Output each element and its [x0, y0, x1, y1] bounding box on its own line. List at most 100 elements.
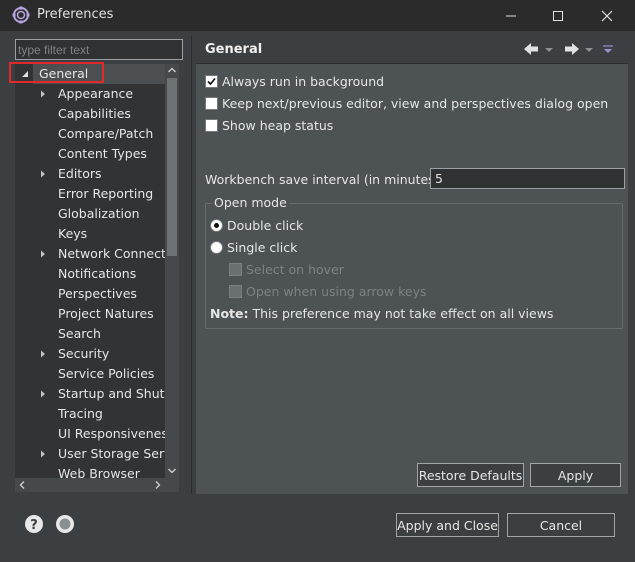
note-text: Note: This preference may not take effec… — [210, 305, 553, 323]
tree-item-label: User Storage Serv — [58, 446, 165, 461]
tree-item-label: Keys — [58, 226, 88, 241]
tree-item[interactable]: Capabilities — [15, 104, 165, 124]
minimize-icon — [506, 15, 516, 17]
tree-expand-icon[interactable] — [38, 384, 48, 404]
note-label: Note: — [210, 306, 249, 321]
select-on-hover-checkbox: Select on hover — [229, 261, 344, 279]
checkbox-label: Always run in background — [222, 74, 385, 89]
tree-expand-icon[interactable] — [38, 344, 48, 364]
tree-item-label: Compare/Patch — [58, 126, 154, 141]
splitter[interactable] — [191, 36, 192, 494]
tree-item-label: Project Natures — [58, 306, 154, 321]
radio-button[interactable] — [210, 241, 223, 254]
tree-item-label: Editors — [58, 166, 102, 181]
tree-item-label: UI Responsiveness — [58, 426, 165, 441]
scroll-up-icon[interactable] — [168, 67, 176, 73]
import-export-icon[interactable] — [55, 514, 75, 534]
tree-expand-icon[interactable] — [38, 84, 48, 104]
tree-expand-icon[interactable] — [38, 444, 48, 464]
checkbox-box[interactable] — [205, 119, 218, 132]
scroll-right-icon[interactable] — [155, 481, 161, 489]
tree-item-label: Capabilities — [58, 106, 131, 121]
tree-expand-icon[interactable] — [38, 244, 48, 264]
tree-item[interactable]: Perspectives — [15, 284, 165, 304]
tree-item[interactable]: Error Reporting — [15, 184, 165, 204]
close-window-button[interactable] — [584, 0, 630, 31]
tree-item-label: Service Policies — [58, 366, 155, 381]
radio-selected-dot — [214, 223, 219, 228]
tree-item[interactable]: User Storage Serv — [15, 444, 165, 464]
eclipse-app-icon — [12, 6, 30, 24]
double-click-radio[interactable]: Double click — [210, 217, 303, 235]
tree-item-label: Notifications — [58, 266, 137, 281]
apply-button[interactable]: Apply — [530, 463, 621, 487]
tree-item[interactable]: Notifications — [15, 264, 165, 284]
maximize-button[interactable] — [535, 0, 581, 31]
tree-item[interactable]: Compare/Patch — [15, 124, 165, 144]
tree-item[interactable]: Keys — [15, 224, 165, 244]
single-click-radio[interactable]: Single click — [210, 239, 297, 257]
tree-item[interactable]: Service Policies — [15, 364, 165, 384]
radio-button[interactable] — [210, 219, 223, 232]
radio-label: Double click — [227, 218, 304, 233]
tree-expand-icon[interactable] — [38, 164, 48, 184]
tree-item[interactable]: Globalization — [15, 204, 165, 224]
tree-item[interactable]: Security — [15, 344, 165, 364]
radio-label: Single click — [227, 240, 298, 255]
tree-item-label: Content Types — [58, 146, 147, 161]
tree-item[interactable]: Appearance — [15, 84, 165, 104]
show-heap-status-checkbox[interactable]: Show heap status — [205, 117, 333, 135]
tree-item-label: Network Connecti — [58, 246, 165, 261]
open-arrow-keys-checkbox: Open when using arrow keys — [229, 283, 427, 301]
checkbox-box — [229, 285, 242, 298]
tree-item[interactable]: UI Responsiveness — [15, 424, 165, 444]
window-title: Preferences — [37, 7, 114, 22]
preference-tree: General Appearance Capabilities Compare/Pat… — [15, 64, 165, 478]
open-mode-group: Open mode Double click Single click Sele… — [205, 195, 623, 329]
selection-highlight-box — [9, 62, 104, 83]
scroll-thumb[interactable] — [167, 78, 177, 256]
dialog-button-bar: ? Apply and Close Cancel — [0, 494, 635, 562]
scroll-down-icon[interactable] — [168, 468, 176, 474]
checkbox-label: Select on hover — [246, 262, 344, 277]
note-message: This preference may not take effect on a… — [252, 306, 554, 321]
tree-item[interactable]: Network Connecti — [15, 244, 165, 264]
tree-vertical-scrollbar[interactable] — [165, 64, 179, 478]
tree-item-label: Security — [58, 346, 110, 361]
always-run-background-checkbox[interactable]: Always run in background — [205, 73, 384, 91]
preference-page: General Always run in background Keep ne… — [196, 36, 628, 494]
back-arrow-icon[interactable] — [522, 41, 542, 57]
maximize-icon — [553, 11, 563, 21]
tree-item[interactable]: Content Types — [15, 144, 165, 164]
page-content: Always run in background Keep next/previ… — [196, 64, 628, 494]
open-mode-legend: Open mode — [212, 195, 289, 210]
tree-item[interactable]: Startup and Shutd — [15, 384, 165, 404]
view-menu-icon[interactable] — [602, 41, 614, 57]
save-interval-input[interactable]: 5 — [430, 168, 625, 189]
help-icon[interactable]: ? — [24, 514, 44, 534]
keep-dialog-open-checkbox[interactable]: Keep next/previous editor, view and pers… — [205, 95, 608, 113]
back-dropdown-icon[interactable] — [544, 41, 554, 57]
restore-defaults-button[interactable]: Restore Defaults — [417, 463, 524, 487]
tree-item[interactable]: Web Browser — [15, 464, 165, 478]
tree-item-label: Startup and Shutd — [58, 386, 165, 401]
tree-item-label: Search — [58, 326, 101, 341]
minimize-button[interactable] — [488, 0, 534, 31]
apply-and-close-button[interactable]: Apply and Close — [396, 513, 499, 537]
tree-item-label: Error Reporting — [58, 186, 154, 201]
tree-horizontal-scrollbar[interactable] — [15, 478, 179, 492]
checkbox-box[interactable] — [205, 75, 218, 88]
checkbox-box[interactable] — [205, 97, 218, 110]
tree-item[interactable]: Project Natures — [15, 304, 165, 324]
forward-dropdown-icon[interactable] — [584, 41, 594, 57]
filter-input[interactable] — [15, 39, 183, 60]
forward-arrow-icon[interactable] — [561, 41, 581, 57]
tree-item[interactable]: Search — [15, 324, 165, 344]
scroll-left-icon[interactable] — [19, 481, 25, 489]
checkbox-box — [229, 263, 242, 276]
tree-item[interactable]: Editors — [15, 164, 165, 184]
tree-item[interactable]: Tracing — [15, 404, 165, 424]
tree-item-label: Web Browser — [58, 466, 140, 478]
title-bar: Preferences — [0, 0, 635, 31]
cancel-button[interactable]: Cancel — [507, 513, 615, 537]
